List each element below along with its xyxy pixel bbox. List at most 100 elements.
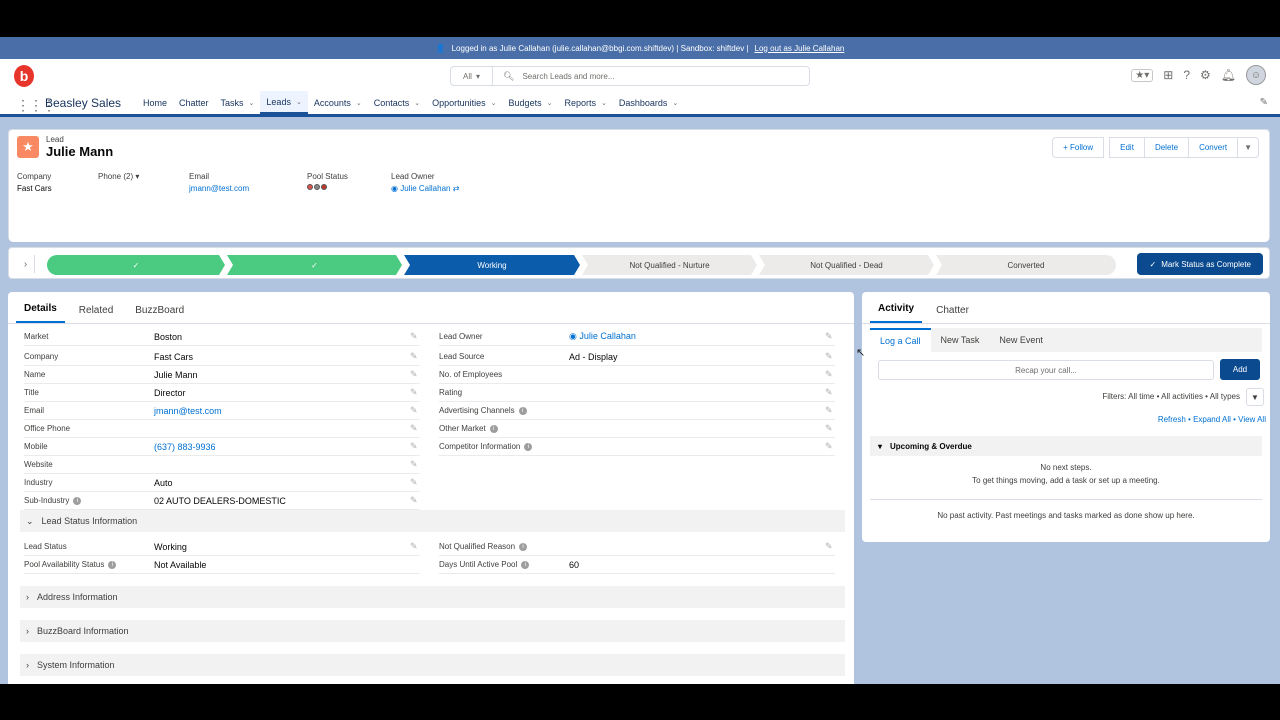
lead-owner-link[interactable]: ◉ Julie Callahan ⇄	[391, 184, 459, 193]
edit-pencil-icon[interactable]: ✎	[410, 387, 420, 398]
section-system-information[interactable]: › System Information	[20, 654, 845, 676]
edit-pencil-icon[interactable]: ✎	[825, 441, 835, 452]
edit-pencil-icon[interactable]: ✎	[410, 405, 420, 416]
field-value: 60	[569, 559, 580, 570]
edit-pencil-icon[interactable]: ✎	[410, 541, 420, 552]
nav-item-dashboards[interactable]: Dashboards ⌄	[613, 91, 684, 114]
logout-link[interactable]: Log out as Julie Callahan	[755, 44, 845, 53]
path-stage[interactable]: Converted	[936, 255, 1116, 275]
chevron-down-icon[interactable]: ⌄	[491, 99, 497, 107]
field-website: Website ✎	[24, 456, 420, 474]
edit-pencil-icon[interactable]: ✎	[410, 423, 420, 434]
chevron-down-icon[interactable]: ⌄	[547, 99, 553, 107]
path-stage[interactable]: ✓	[227, 255, 402, 275]
edit-pencil-icon[interactable]: ✎	[410, 351, 420, 362]
section-address-information[interactable]: › Address Information	[20, 586, 845, 608]
email-link[interactable]: jmann@test.com	[189, 184, 249, 193]
path-expand-chevron-icon[interactable]: ›	[17, 255, 35, 273]
nav-item-accounts[interactable]: Accounts ⌄	[308, 91, 368, 114]
path-stage[interactable]: ✓	[47, 255, 225, 275]
edit-pencil-icon[interactable]: ✎	[825, 351, 835, 362]
search-scope-select[interactable]: All ▾	[451, 67, 493, 85]
nav-item-budgets[interactable]: Budgets ⌄	[503, 91, 559, 114]
app-logo[interactable]: b	[14, 65, 34, 87]
chevron-down-icon[interactable]: ⌄	[601, 99, 607, 107]
edit-pencil-icon[interactable]: ✎	[825, 405, 835, 416]
refresh-expand-view-links[interactable]: Refresh • Expand All • View All	[1158, 415, 1266, 424]
field-label: Mobile	[24, 442, 48, 451]
edit-pencil-icon[interactable]: ✎	[410, 441, 420, 452]
info-icon[interactable]: i	[519, 542, 528, 551]
edit-pencil-icon[interactable]: ✎	[410, 495, 420, 506]
chevron-down-icon[interactable]: ⌄	[672, 99, 678, 107]
tab-chatter[interactable]: Chatter	[928, 305, 977, 323]
field-lead-status: Lead Status Working ✎	[24, 538, 420, 556]
highlight-phone[interactable]: Phone (2) ▾	[98, 172, 139, 184]
tab-related[interactable]: Related	[71, 305, 121, 323]
nav-item-chatter[interactable]: Chatter	[173, 91, 215, 114]
nav-item-leads[interactable]: Leads ⌄	[260, 91, 308, 114]
edit-pencil-icon[interactable]: ✎	[410, 477, 420, 488]
info-icon[interactable]: i	[521, 560, 530, 569]
search-input[interactable]: Search Leads and more...	[522, 72, 614, 81]
subtab-new-event[interactable]: New Event	[989, 328, 1053, 352]
edit-pencil-icon[interactable]: ✎	[410, 369, 420, 380]
chevron-down-icon[interactable]: ⌄	[296, 98, 302, 106]
path-stage[interactable]: Not Qualified - Nurture	[582, 255, 757, 275]
subtab-new-task[interactable]: New Task	[931, 328, 990, 352]
edit-pencil-icon[interactable]: ✎	[825, 369, 835, 380]
favorites-icon[interactable]: ★▾	[1131, 68, 1154, 82]
help-icon[interactable]: ?	[1183, 68, 1190, 82]
edit-pencil-icon[interactable]: ✎	[825, 423, 835, 434]
filter-icon[interactable]: ▼	[1246, 388, 1264, 406]
chevron-down-icon[interactable]: ⌄	[414, 99, 420, 107]
field-label: Industry	[24, 478, 53, 487]
edit-nav-pencil-icon[interactable]: ✎	[1260, 97, 1268, 108]
nav-item-home[interactable]: Home	[137, 91, 173, 114]
chevron-down-icon[interactable]: ⌄	[356, 99, 362, 107]
record-actions: + Follow Edit Delete Convert ▼	[1052, 137, 1259, 158]
add-button[interactable]: Add	[1220, 359, 1260, 380]
global-actions-icon[interactable]: ⊞	[1163, 68, 1173, 82]
info-icon[interactable]: i	[489, 424, 498, 433]
tab-buzzboard[interactable]: BuzzBoard	[127, 305, 192, 323]
edit-pencil-icon[interactable]: ✎	[410, 459, 420, 470]
section-lead-status[interactable]: ⌄ Lead Status Information	[20, 510, 845, 532]
sandbox-bar: 👤 Logged in as Julie Callahan (julie.cal…	[0, 37, 1280, 59]
info-icon[interactable]: i	[108, 560, 117, 569]
edit-pencil-icon[interactable]: ✎	[410, 331, 420, 342]
tab-activity[interactable]: Activity	[870, 303, 923, 323]
info-icon[interactable]: i	[73, 496, 82, 505]
edit-pencil-icon[interactable]: ✎	[825, 331, 835, 342]
nav-item-contacts[interactable]: Contacts ⌄	[368, 91, 426, 114]
field-value[interactable]: (637) 883-9936	[154, 442, 410, 452]
path-stage[interactable]: Working	[404, 255, 580, 275]
more-actions-chevron-icon[interactable]: ▼	[1237, 137, 1259, 158]
nav-item-opportunities[interactable]: Opportunities ⌄	[426, 91, 502, 114]
recap-call-input[interactable]: Recap your call...	[878, 360, 1214, 380]
chevron-down-icon[interactable]: ⌄	[249, 99, 255, 107]
field-value[interactable]: jmann@test.com	[154, 406, 410, 416]
nav-item-reports[interactable]: Reports ⌄	[558, 91, 612, 114]
convert-button[interactable]: Convert	[1188, 137, 1239, 158]
mark-status-complete-button[interactable]: ✓ Mark Status as Complete	[1137, 253, 1263, 275]
subtab-log-a-call[interactable]: Log a Call	[870, 328, 931, 352]
edit-button[interactable]: Edit	[1109, 137, 1145, 158]
upcoming-overdue-section[interactable]: ▾ Upcoming & Overdue	[870, 436, 1262, 456]
nav-item-tasks[interactable]: Tasks ⌄	[215, 91, 261, 114]
path-stage[interactable]: Not Qualified - Dead	[759, 255, 934, 275]
global-search[interactable]: All ▾ 🔍︎ Search Leads and more...	[450, 66, 810, 86]
gear-icon[interactable]: ⚙	[1200, 68, 1211, 82]
follow-button[interactable]: + Follow	[1052, 137, 1105, 158]
edit-pencil-icon[interactable]: ✎	[825, 541, 835, 552]
tab-details[interactable]: Details	[16, 303, 65, 323]
delete-button[interactable]: Delete	[1143, 137, 1190, 158]
notifications-bell-icon[interactable]: 🔔︎	[1221, 68, 1236, 82]
edit-pencil-icon[interactable]: ✎	[825, 387, 835, 398]
info-icon[interactable]: i	[524, 442, 533, 451]
avatar[interactable]: ☺	[1246, 65, 1266, 85]
field-label: Advertising Channels	[439, 406, 515, 415]
field-value[interactable]: ◉ Julie Callahan	[569, 331, 825, 342]
info-icon[interactable]: i	[518, 406, 527, 415]
section-buzzboard-information[interactable]: › BuzzBoard Information	[20, 620, 845, 642]
